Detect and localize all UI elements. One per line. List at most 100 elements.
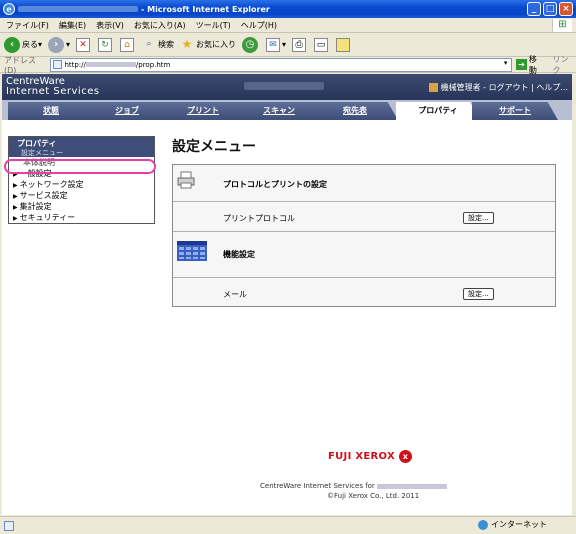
home-icon: ⌂ <box>120 37 135 52</box>
back-arrow-icon: ‹ <box>4 36 20 53</box>
page-icon <box>53 60 63 69</box>
nav-heading: プロパティ <box>9 137 154 148</box>
logo-text: FUJI XEROX <box>328 451 395 462</box>
section-protocol-title: プロトコルとプリントの設定 <box>223 180 327 189</box>
back-label: 戻る <box>22 40 38 49</box>
menu-edit[interactable]: 編集(E) <box>59 20 86 31</box>
footer-prefix: CentreWare Internet Services for <box>260 482 375 490</box>
mail-label: メール <box>223 290 247 299</box>
printer-icon: ⎙ <box>292 37 307 52</box>
tab-support[interactable]: サポート <box>472 102 558 120</box>
search-icon: ⌕ <box>146 38 152 49</box>
status-bar: インターネット <box>0 516 576 534</box>
section-features-title: 機能設定 <box>223 250 255 259</box>
left-nav: プロパティ 設定メニュー 本体説明 ▶ 一般設定 ▶ ネットワーク設定 ▶ サービス設… <box>8 136 155 224</box>
menu-help[interactable]: ヘルプ(H) <box>241 20 277 31</box>
history-icon: ◷ <box>242 36 259 53</box>
page-status-icon <box>4 520 14 531</box>
nav-item-network[interactable]: ▶ ネットワーク設定 <box>9 179 154 190</box>
xerox-sphere-icon: x <box>398 450 412 463</box>
print-protocol-settings-button[interactable]: 設定... <box>463 212 494 224</box>
tab-print[interactable]: プリント <box>160 102 246 120</box>
security-zone: インターネット <box>478 519 547 530</box>
user-icon <box>428 83 438 92</box>
history-button[interactable]: ◷ <box>242 36 260 53</box>
menu-view[interactable]: 表示(V) <box>96 20 124 31</box>
divider <box>173 277 555 278</box>
maximize-button[interactable]: □ <box>543 2 557 16</box>
back-button[interactable]: ‹ 戻る ▾ <box>4 36 42 53</box>
divider <box>173 201 555 202</box>
tab-address-book[interactable]: 宛先表 <box>312 102 398 120</box>
nav-item-label: セキュリティー <box>19 213 76 222</box>
user-area: 機械管理者 - ログアウト | ヘルプ... <box>428 82 568 93</box>
windows-logo-icon: ⊞ <box>552 19 572 32</box>
mail-icon: ✉ <box>266 37 281 52</box>
mail-settings-button[interactable]: 設定... <box>463 288 494 300</box>
page-content: CentreWare Internet Services 機械管理者 - ログア… <box>2 74 572 515</box>
stop-button[interactable]: ✕ <box>76 37 92 52</box>
expand-arrow-icon: ▶ <box>13 215 18 222</box>
device-name <box>244 82 324 90</box>
nav-item-label: ネットワーク設定 <box>19 180 84 189</box>
settings-panel: プロトコルとプリントの設定 プリントプロトコル 設定... 機能設定 メール 設… <box>172 164 556 307</box>
grid-icon <box>177 241 207 261</box>
star-icon: ★ <box>181 36 193 51</box>
ie-icon: e <box>3 3 15 15</box>
minimize-button[interactable]: _ <box>527 2 541 16</box>
close-button[interactable]: × <box>559 2 573 16</box>
tab-status[interactable]: 状態 <box>8 102 94 120</box>
print-protocol-label: プリントプロトコル <box>223 214 295 223</box>
nav-item-accounting[interactable]: ▶ 集計設定 <box>9 201 154 212</box>
vertical-scrollbar[interactable] <box>572 74 576 515</box>
tab-scan[interactable]: スキャン <box>236 102 322 120</box>
refresh-button[interactable]: ↻ <box>98 37 114 52</box>
address-label: アドレス(D) <box>4 55 36 75</box>
mail-button[interactable]: ✉ ▾ <box>266 37 286 52</box>
menu-favorites[interactable]: お気に入り(A) <box>134 20 186 31</box>
search-button[interactable]: ⌕ 検索 <box>142 38 175 52</box>
tab-properties[interactable]: プロパティ <box>396 102 480 120</box>
highlight-ring <box>4 159 156 174</box>
address-bar: アドレス(D) http:// /prop.htm ▾ ➔ 移動 リンク <box>0 54 576 76</box>
menu-bar: ファイル(F) 編集(E) 表示(V) お気に入り(A) ツール(T) ヘルプ(… <box>0 18 576 33</box>
menu-file[interactable]: ファイル(F) <box>6 20 49 31</box>
footer-product-line: CentreWare Internet Services for <box>260 482 448 490</box>
refresh-icon: ↻ <box>98 37 113 52</box>
header-links[interactable]: - ログアウト | ヘルプ... <box>483 82 568 93</box>
links-label[interactable]: リンク <box>553 54 576 76</box>
stop-icon: ✕ <box>76 37 91 52</box>
dropdown-arrow-icon[interactable]: ▾ <box>500 59 511 71</box>
note-icon <box>336 37 351 52</box>
brand-line2: Internet Services <box>6 86 100 97</box>
address-input[interactable]: http:// /prop.htm ▾ <box>50 57 513 72</box>
home-button[interactable]: ⌂ <box>120 37 136 52</box>
forward-button[interactable]: › ▾ <box>48 36 70 53</box>
edit-button[interactable]: ▭ <box>314 37 330 52</box>
search-label: 検索 <box>158 40 175 49</box>
page-title: 設定メニュー <box>172 139 256 155</box>
menu-tools[interactable]: ツール(T) <box>196 20 231 31</box>
globe-icon <box>478 519 488 530</box>
print-button[interactable]: ⎙ <box>292 37 308 52</box>
forward-arrow-icon: › <box>48 36 65 53</box>
edit-icon: ▭ <box>314 37 329 52</box>
footer-copyright: ©Fuji Xerox Co., Ltd. 2011 <box>327 492 420 500</box>
fuji-xerox-logo: FUJI XEROX x <box>328 450 412 463</box>
nav-item-security[interactable]: ▶ セキュリティー <box>9 212 154 223</box>
messenger-button[interactable] <box>336 37 352 52</box>
nav-item-label: サービス設定 <box>19 191 68 200</box>
tab-jobs[interactable]: ジョブ <box>84 102 170 120</box>
printer-icon <box>177 171 195 189</box>
user-name: 機械管理者 <box>440 83 481 92</box>
divider <box>173 231 555 232</box>
url-suffix: /prop.htm <box>135 60 171 69</box>
favorites-label: お気に入り <box>196 40 237 49</box>
title-bar: e - Microsoft Internet Explorer _ □ × <box>0 0 576 18</box>
toolbar: ‹ 戻る ▾ › ▾ ✕ ↻ ⌂ ⌕ 検索 ★ お気に入り ◷ ✉ ▾ ⎙ ▭ <box>0 33 576 57</box>
tab-bar: 状態 ジョブ プリント スキャン 宛先表 プロパティ サポート <box>2 100 572 120</box>
zone-label: インターネット <box>491 520 547 529</box>
go-button[interactable]: ➔ 移動 <box>516 54 544 76</box>
nav-item-services[interactable]: ▶ サービス設定 <box>9 190 154 201</box>
favorites-button[interactable]: ★ お気に入り <box>180 38 236 52</box>
